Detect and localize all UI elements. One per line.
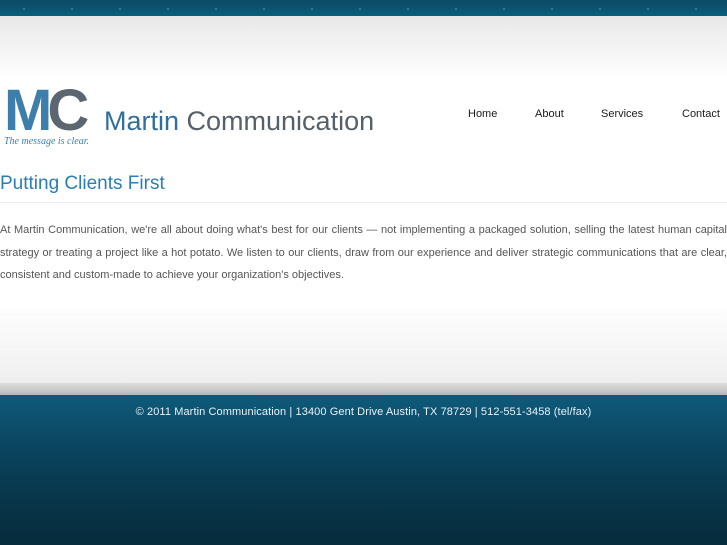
content-shadow bbox=[0, 383, 727, 395]
logo-tagline: The message is clear. bbox=[4, 136, 89, 147]
title-divider bbox=[0, 202, 727, 203]
nav-about[interactable]: About bbox=[535, 108, 564, 120]
header-band bbox=[0, 16, 727, 80]
intro-paragraph: At Martin Communication, we're all about… bbox=[0, 224, 727, 281]
page-title: Putting Clients First bbox=[0, 173, 165, 194]
nav-services[interactable]: Services bbox=[601, 108, 643, 120]
top-bar bbox=[0, 0, 727, 16]
content-bottom-fade bbox=[0, 300, 727, 384]
nav-contact[interactable]: Contact bbox=[682, 108, 720, 120]
nav-home[interactable]: Home bbox=[468, 108, 497, 120]
footer-text: © 2011 Martin Communication | 13400 Gent… bbox=[135, 406, 592, 418]
footer: © 2011 Martin Communication | 13400 Gent… bbox=[0, 395, 727, 545]
top-bar-pattern bbox=[0, 8, 727, 10]
main-nav: Home About Services Contact bbox=[0, 108, 727, 124]
